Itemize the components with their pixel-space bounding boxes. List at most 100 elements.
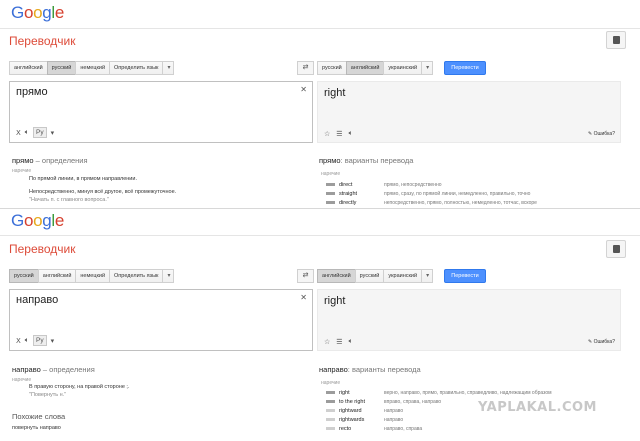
src-lang-tab[interactable]: английский [37,269,77,283]
logo-letter: o [33,211,43,230]
page-title: Переводчик [9,242,76,256]
swap-languages-button[interactable]: ⇄ [297,61,314,75]
definition-line: Непосредственно, минуя всё другое, всё п… [29,189,177,195]
variant-row: to the right вправо, справа, направо [326,397,441,406]
output-tools: ☆ ☰ 🔈︎ [324,130,353,138]
similar-word-link[interactable]: повернуть направо [12,425,61,431]
tgt-lang-tab[interactable]: украинский [383,61,423,75]
logo-letter: G [11,211,24,230]
src-lang-dropdown[interactable]: ▾ [162,61,175,75]
var-tail: : варианты перевода [347,365,421,374]
variant-word[interactable]: rightwards [339,417,384,423]
tgt-lang-tab[interactable]: русский [354,269,385,283]
star-icon[interactable]: ☆ [324,338,330,346]
definition-line: В правую сторону, на правой стороне ;. [29,384,130,390]
variant-word[interactable]: rightward [339,408,384,414]
divider [0,208,640,209]
clear-icon[interactable]: ✕ [300,85,307,94]
source-tools: Ⅹ 🔈︎ Ру ▾ [16,335,54,346]
swap-languages-button[interactable]: ⇄ [297,269,314,283]
var-tail: : варианты перевода [340,156,414,165]
variant-word[interactable]: to the right [339,399,384,405]
handwriting-icon[interactable]: Ⅹ [16,337,21,345]
variant-word[interactable]: recto [339,426,384,432]
keyboard-layout-button[interactable]: Ру [33,335,47,346]
variant-row: directly непосредственно, прямо, полность… [326,198,537,207]
src-lang-tab[interactable]: немецкий [75,61,111,75]
document-translate-button[interactable] [606,240,626,258]
tgt-lang-tab[interactable]: английский [345,61,385,75]
src-lang-tab[interactable]: немецкий [75,269,111,283]
tgt-lang-tab[interactable]: русский [317,61,347,75]
definitions-heading: направо – определения [12,365,95,374]
source-text-area[interactable]: направо ✕ Ⅹ 🔈︎ Ру ▾ [9,289,313,351]
watermark-text: YAPLAKAL.COM [478,400,597,415]
handwriting-icon[interactable]: Ⅹ [16,129,21,137]
speaker-icon[interactable]: 🔈︎ [349,338,353,346]
variant-row: straight прямо, сразу, по прямой линии, н… [326,189,530,198]
frequency-bar [326,192,335,195]
variant-synonyms: непосредственно, прямо, полностью, немед… [384,199,537,206]
src-lang-tab[interactable]: Определить язык [109,61,164,75]
source-text[interactable]: направо [16,294,58,306]
target-language-bar: английский русский украинский ▾ [317,269,434,283]
output-tools: ☆ ☰ 🔈︎ [324,338,353,346]
definitions-heading: прямо – определения [12,156,88,165]
speaker-icon[interactable]: 🔈︎ [25,337,29,345]
src-lang-tab[interactable]: Определить язык [109,269,164,283]
speaker-icon[interactable]: 🔈︎ [349,130,353,138]
def-tail: – определения [35,156,88,165]
speaker-icon[interactable]: 🔈︎ [25,129,29,137]
document-translate-button[interactable] [606,31,626,49]
variant-word[interactable]: straight [339,191,384,197]
chevron-down-icon[interactable]: ▾ [51,337,55,345]
google-logo[interactable]: Google [11,3,64,23]
tgt-lang-dropdown[interactable]: ▾ [421,61,434,75]
report-error-link[interactable]: ✎ Ошибка? [588,131,615,137]
variant-synonyms: прямо, непосредственно [384,181,442,188]
output-text: right [324,295,346,307]
variant-word[interactable]: directly [339,200,384,206]
source-language-bar: русский английский немецкий Определить я… [9,269,175,283]
variants-heading: направо: варианты перевода [319,365,421,374]
variants-part-of-speech: наречие [321,380,341,386]
list-icon[interactable]: ☰ [336,338,342,346]
frequency-bar [326,400,335,403]
src-lang-tab[interactable]: английский [9,61,48,75]
logo-letter: o [23,211,34,230]
logo-letter: o [23,3,34,22]
definition-example: "Повернуть н." [29,392,67,398]
source-text-area[interactable]: прямо ✕ Ⅹ 🔈︎ Ру ▾ [9,81,313,143]
variant-word[interactable]: direct [339,182,384,188]
definition-line: По прямой линии, в прямом направлении. [29,176,137,182]
def-word: прямо [12,156,34,165]
list-icon[interactable]: ☰ [336,130,342,138]
translate-button[interactable]: Перевести [444,61,486,75]
clear-icon[interactable]: ✕ [300,293,307,302]
google-logo[interactable]: Google [11,211,64,231]
variant-row: direct прямо, непосредственно [326,180,442,189]
star-icon[interactable]: ☆ [324,130,330,138]
source-text[interactable]: прямо [16,86,48,98]
variant-row: rightward направо [326,406,403,415]
report-error-link[interactable]: ✎ Ошибка? [588,339,615,345]
variant-word[interactable]: right [339,390,384,396]
target-language-bar: русский английский украинский ▾ [317,61,434,75]
part-of-speech: наречие [12,168,32,174]
var-word: прямо [319,156,341,165]
tgt-lang-tab[interactable]: английский [317,269,356,283]
chevron-down-icon[interactable]: ▾ [51,129,55,137]
source-tools: Ⅹ 🔈︎ Ру ▾ [16,127,54,138]
src-lang-tab[interactable]: русский [46,61,77,75]
src-lang-dropdown[interactable]: ▾ [162,269,175,283]
similar-words-heading: Похожие слова [12,412,66,421]
translator-panel-top: Google Переводчик английский русский нем… [0,0,640,208]
frequency-bar [326,391,335,394]
translate-button[interactable]: Перевести [444,269,486,283]
tgt-lang-dropdown[interactable]: ▾ [421,269,434,283]
keyboard-layout-button[interactable]: Ру [33,127,47,138]
logo-letter: e [54,211,65,230]
tgt-lang-tab[interactable]: украинский [383,269,423,283]
src-lang-tab[interactable]: русский [9,269,39,283]
frequency-bar [326,201,335,204]
